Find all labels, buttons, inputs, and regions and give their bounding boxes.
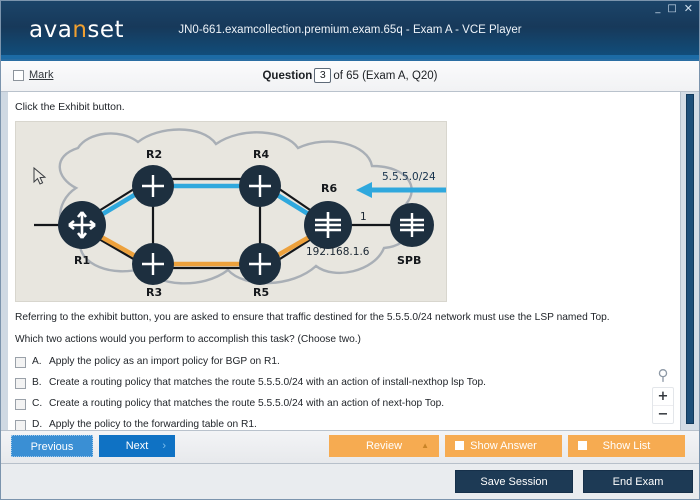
question-number-field[interactable]: 3 xyxy=(314,68,332,83)
question-counter: Question 3 of 65 (Exam A, Q20) xyxy=(1,68,699,83)
label-interface: 1 xyxy=(360,211,367,223)
label-network: 5.5.5.0/24 xyxy=(382,171,436,183)
label-address: 192.168.1.6 xyxy=(306,246,370,258)
network-topology-svg: R1 R2 R3 R4 R5 R6 SPB 5.5.5.0/24 1 192.1… xyxy=(16,122,446,301)
label-r1: R1 xyxy=(74,254,90,267)
answer-options-list: A. Apply the policy as an import policy … xyxy=(8,347,680,430)
next-button[interactable]: Next › xyxy=(99,435,175,457)
review-button-label: Review xyxy=(365,440,403,452)
zoom-controls: ⚲ + − xyxy=(652,368,674,424)
question-word: Question xyxy=(262,70,313,82)
square-icon xyxy=(578,441,587,450)
option-a-letter: A. xyxy=(32,355,42,367)
answer-option-a[interactable]: A. Apply the policy as an import policy … xyxy=(15,356,680,368)
minimize-icon[interactable]: _ xyxy=(655,3,660,14)
question-content-area: Click the Exhibit button. R1 R2 R3 R4 R5… xyxy=(1,92,699,430)
question-scroll-content: Click the Exhibit button. R1 R2 R3 R4 R5… xyxy=(8,92,680,430)
review-button[interactable]: Review ▲ xyxy=(329,435,439,457)
option-b-checkbox[interactable] xyxy=(15,377,26,389)
caret-up-icon: ▲ xyxy=(421,441,429,450)
exhibit-network-diagram[interactable]: R1 R2 R3 R4 R5 R6 SPB 5.5.5.0/24 1 192.1… xyxy=(15,121,447,302)
previous-button[interactable]: Previous xyxy=(11,435,93,457)
option-d-letter: D. xyxy=(32,418,43,430)
close-icon[interactable]: ✕ xyxy=(684,3,693,14)
option-c-letter: C. xyxy=(32,397,43,409)
option-d-text: Apply the policy to the forwarding table… xyxy=(49,418,257,430)
label-r5: R5 xyxy=(253,286,269,299)
scrollbar-thumb[interactable] xyxy=(686,94,694,424)
label-r3: R3 xyxy=(146,286,162,299)
question-of-total: of 65 (Exam A, Q20) xyxy=(333,70,438,82)
option-c-checkbox[interactable] xyxy=(15,398,26,410)
question-paragraph-2: Which two actions would you perform to a… xyxy=(15,333,361,345)
show-list-button[interactable]: Show List xyxy=(568,435,685,457)
label-r4: R4 xyxy=(253,148,269,161)
end-exam-button[interactable]: End Exam xyxy=(583,470,693,493)
option-b-text: Create a routing policy that matches the… xyxy=(49,376,487,388)
maximize-icon[interactable]: □ xyxy=(667,3,676,14)
option-d-checkbox[interactable] xyxy=(15,419,26,430)
vertical-scrollbar[interactable] xyxy=(680,92,699,430)
zoom-in-button[interactable]: + xyxy=(653,388,673,405)
label-spb: SPB xyxy=(397,254,421,267)
answer-option-c[interactable]: C. Create a routing policy that matches … xyxy=(15,398,680,410)
label-r2: R2 xyxy=(146,148,162,161)
zoom-button-group: + − xyxy=(652,387,674,424)
save-session-button[interactable]: Save Session xyxy=(455,470,573,493)
option-c-text: Create a routing policy that matches the… xyxy=(49,397,445,409)
search-icon[interactable]: ⚲ xyxy=(652,368,674,384)
label-r6: R6 xyxy=(321,182,337,195)
title-bar: avanset JN0-661.examcollection.premium.e… xyxy=(1,1,699,61)
question-paragraph-1: Referring to the exhibit button, you are… xyxy=(15,312,610,323)
square-icon xyxy=(455,441,464,450)
question-stem: Click the Exhibit button. xyxy=(15,101,125,113)
next-button-label: Next xyxy=(125,440,149,452)
window-title: JN0-661.examcollection.premium.exam.65q … xyxy=(178,24,522,36)
zoom-out-button[interactable]: − xyxy=(653,405,673,423)
chevron-right-icon: › xyxy=(162,440,166,452)
question-bar: Mark Question 3 of 65 (Exam A, Q20) xyxy=(1,61,699,92)
footer-bar: Save Session End Exam xyxy=(1,464,699,499)
option-b-letter: B. xyxy=(32,376,42,388)
show-answer-button[interactable]: Show Answer xyxy=(445,435,562,457)
answer-option-b[interactable]: B. Create a routing policy that matches … xyxy=(15,377,680,389)
window-controls: _ □ ✕ xyxy=(655,3,693,14)
option-a-checkbox[interactable] xyxy=(15,356,26,368)
navigation-toolbar: Previous Next › Review ▲ Show Answer Sho… xyxy=(1,430,699,464)
option-a-text: Apply the policy as an import policy for… xyxy=(49,355,280,367)
vce-player-window: avanset JN0-661.examcollection.premium.e… xyxy=(0,0,700,500)
show-answer-label: Show Answer xyxy=(470,440,537,452)
answer-option-d[interactable]: D. Apply the policy to the forwarding ta… xyxy=(15,418,680,430)
show-list-label: Show List xyxy=(602,440,651,452)
